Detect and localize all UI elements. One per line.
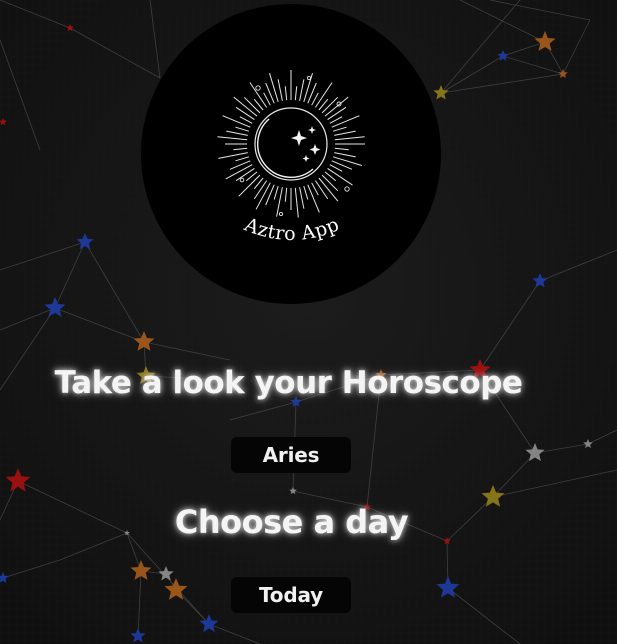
sun-ray [222, 115, 251, 128]
sun-ray [277, 79, 283, 101]
sun-ray [218, 152, 248, 159]
horoscope-headline: Take a look your Horoscope [54, 365, 523, 401]
sun-ray [332, 126, 347, 132]
crescent-moon-sunburst-icon: Aztro App [217, 70, 365, 245]
sun-ray [299, 79, 305, 101]
sun-ray [321, 174, 339, 192]
sun-ray [217, 136, 248, 141]
sun-ray [269, 73, 279, 103]
sun-ray [263, 92, 271, 106]
sun-ray [311, 182, 319, 196]
sun-ray [327, 106, 347, 121]
zodiac-sign-select[interactable]: Aries [231, 437, 351, 473]
sun-ray [334, 130, 356, 136]
sun-ray [226, 130, 248, 136]
svg-text:Aztro App: Aztro App [240, 213, 342, 245]
sun-ray [233, 147, 248, 151]
sun-ray [311, 92, 319, 106]
sun-ray [332, 156, 362, 166]
sun-ray [334, 147, 349, 151]
sun-ray [235, 156, 250, 162]
sun-ray [321, 96, 339, 114]
sun-ray [284, 86, 288, 101]
sun-ray [235, 167, 255, 182]
sun-ray [303, 185, 309, 200]
sun-ray [334, 152, 356, 158]
sun-ray [307, 184, 320, 213]
sun-ray [284, 187, 288, 202]
sun-ray [273, 185, 279, 200]
sun-ray [303, 73, 313, 103]
sun-ray [334, 136, 365, 141]
sun-ray [329, 116, 343, 124]
sun-ray [255, 182, 271, 210]
sun-ray [294, 86, 298, 101]
sun-ray [329, 164, 343, 172]
sun-ray [229, 160, 251, 170]
sun-ray [331, 115, 360, 128]
app-name-label: Aztro App [240, 213, 342, 245]
sun-ray [253, 180, 268, 200]
sun-ray [225, 164, 253, 180]
app-logo: Aztro App [141, 4, 441, 304]
sun-ray [239, 116, 253, 124]
sun-ray [235, 106, 255, 121]
sun-ray [294, 187, 299, 218]
day-select[interactable]: Today [231, 577, 351, 613]
choose-day-heading: Choose a day [174, 503, 409, 541]
sun-ray [235, 126, 250, 132]
sun-ray [314, 180, 329, 200]
sun-ray [265, 184, 275, 206]
sun-ray [243, 96, 261, 114]
sun-ray [299, 187, 305, 209]
